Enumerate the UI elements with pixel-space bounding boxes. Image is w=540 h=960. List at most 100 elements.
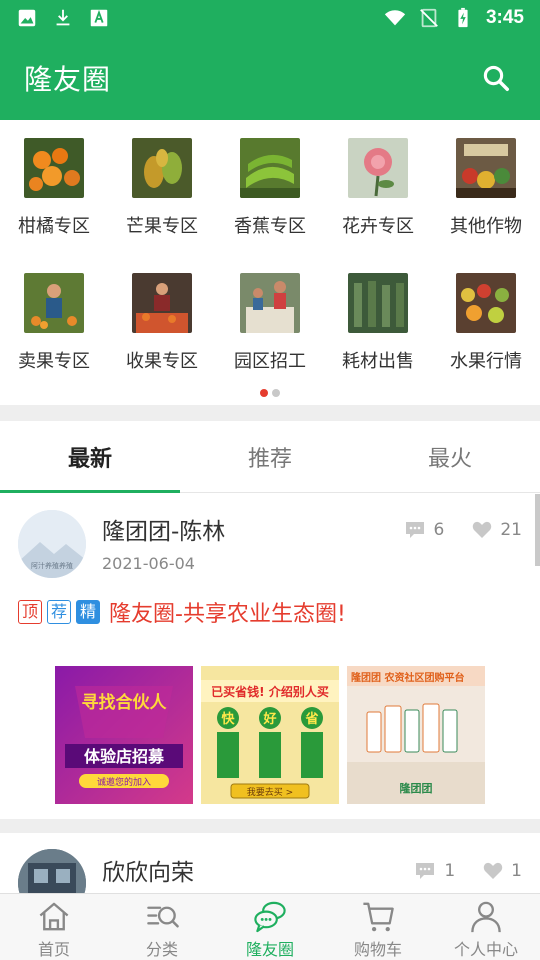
other-crops-thumbnail: [456, 138, 516, 198]
nav-category[interactable]: 分类: [108, 894, 216, 960]
nav-label: 购物车: [353, 940, 402, 959]
no-signal-icon: [420, 8, 438, 28]
category-fruit-market[interactable]: 水果行情: [432, 273, 540, 373]
svg-text:已买省钱! 介绍别人买: 已买省钱! 介绍别人买: [211, 684, 329, 699]
post-stats: 6 21: [404, 520, 522, 540]
nav-label: 首页: [37, 940, 70, 959]
category-flowers[interactable]: 花卉专区: [324, 138, 432, 238]
category-label: 柑橘专区: [18, 216, 90, 237]
image-notification-icon: [18, 9, 36, 27]
citrus-thumbnail: [24, 138, 84, 198]
category-label: 园区招工: [234, 351, 306, 372]
tab-recommended[interactable]: 推荐: [180, 421, 360, 492]
avatar-image: 阿汁养殖养殖: [18, 510, 86, 578]
category-label: 耗材出售: [342, 351, 414, 372]
svg-text:快: 快: [221, 711, 235, 727]
category-label: 花卉专区: [342, 216, 414, 237]
category-label: 卖果专区: [18, 351, 90, 372]
svg-text:好: 好: [262, 711, 276, 727]
category-mango[interactable]: 芒果专区: [108, 138, 216, 238]
cart-icon: [363, 902, 394, 932]
svg-text:寻找合伙人: 寻找合伙人: [82, 692, 168, 713]
nav-label: 隆友圈: [245, 940, 294, 959]
category-supplies[interactable]: 耗材出售: [324, 273, 432, 373]
comment-count: 1: [444, 861, 456, 881]
tab-latest[interactable]: 最新: [0, 421, 180, 493]
status-bar: 3:45: [0, 0, 540, 36]
category-label: 水果行情: [450, 351, 522, 372]
heart-icon[interactable]: [472, 521, 492, 539]
nav-label: 个人中心: [453, 940, 518, 959]
post-author[interactable]: 隆团团-陈林: [102, 512, 225, 546]
comment-icon[interactable]: [414, 861, 436, 881]
search-button[interactable]: [476, 58, 516, 98]
nav-home[interactable]: 首页: [0, 894, 108, 960]
fruit-market-thumbnail: [456, 273, 516, 333]
tab-hottest[interactable]: 最火: [360, 421, 540, 492]
svg-text:体验店招募: 体验店招募: [84, 747, 165, 766]
comment-icon[interactable]: [404, 520, 426, 540]
scrollbar[interactable]: [535, 494, 540, 566]
post-author[interactable]: 欣欣向荣: [102, 853, 194, 887]
supplies-thumbnail: [348, 273, 408, 333]
category-grid: 柑橘专区 芒果专区 香蕉专区 花卉专区 其他作物 卖果专区 收果专区 园区招工 …: [0, 120, 540, 405]
page-dot[interactable]: [272, 389, 280, 397]
app-bar: 隆友圈: [0, 36, 540, 120]
category-label: 芒果专区: [126, 216, 198, 237]
status-time: 3:45: [485, 7, 524, 28]
avatar[interactable]: 阿汁养殖养殖: [18, 510, 86, 578]
battery-charging-icon: [458, 7, 468, 28]
nav-label: 分类: [145, 940, 178, 959]
post-date: 2021-06-04: [102, 554, 195, 573]
svg-text:诚邀您的加入: 诚邀您的加入: [97, 776, 151, 788]
buy-fruit-thumbnail: [132, 273, 192, 333]
svg-text:我要去买 >: 我要去买 >: [247, 786, 293, 798]
comment-count: 6: [433, 520, 445, 540]
banana-thumbnail: [240, 138, 300, 198]
post-card[interactable]: 阿汁养殖养殖 隆团团-陈林 2021-06-04 6 21 顶 荐 精 隆友圈-…: [0, 494, 540, 819]
flower-thumbnail: [348, 138, 408, 198]
divider: [0, 405, 540, 421]
svg-text:隆团团: 隆团团: [400, 781, 433, 795]
page-indicator: [0, 389, 540, 397]
svg-text:省: 省: [304, 711, 318, 727]
heart-icon[interactable]: [483, 862, 503, 880]
font-app-icon: [90, 9, 108, 27]
chat-bubbles-icon: [254, 901, 286, 933]
post-image-gallery: 寻找合伙人 体验店招募 诚邀您的加入 已买省钱! 介绍别人买 快 好 省 我要去…: [55, 666, 485, 804]
download-icon: [56, 9, 70, 26]
category-sell-fruit[interactable]: 卖果专区: [0, 273, 108, 373]
post-image-recruit[interactable]: 寻找合伙人 体验店招募 诚邀您的加入: [55, 666, 193, 804]
category-label: 香蕉专区: [234, 216, 306, 237]
tag-recommended-badge: 荐: [47, 600, 71, 624]
post-title-row[interactable]: 顶 荐 精 隆友圈-共享农业生态圈!: [18, 596, 346, 628]
nav-community[interactable]: 隆友圈: [216, 894, 324, 960]
category-label: 其他作物: [450, 216, 522, 237]
page-title: 隆友圈: [24, 63, 112, 96]
like-count: 21: [500, 520, 522, 540]
tag-top-badge: 顶: [18, 600, 42, 624]
divider: [0, 819, 540, 833]
category-label: 收果专区: [126, 351, 198, 372]
tag-featured-badge: 精: [76, 600, 100, 624]
nav-cart[interactable]: 购物车: [324, 894, 432, 960]
search-icon: [483, 65, 509, 91]
park-recruit-thumbnail: [240, 273, 300, 333]
category-citrus[interactable]: 柑橘专区: [0, 138, 108, 238]
post-title: 隆友圈-共享农业生态圈!: [109, 602, 346, 627]
avatar[interactable]: [18, 849, 86, 893]
sell-fruit-thumbnail: [24, 273, 84, 333]
post-card[interactable]: 欣欣向荣 1 1: [0, 833, 540, 893]
svg-text:隆团团 农资社区团购平台: 隆团团 农资社区团购平台: [351, 671, 464, 684]
home-icon: [39, 902, 69, 931]
category-banana[interactable]: 香蕉专区: [216, 138, 324, 238]
category-park-recruit[interactable]: 园区招工: [216, 273, 324, 373]
category-other-crops[interactable]: 其他作物: [432, 138, 540, 238]
post-image-platform[interactable]: 隆团团 农资社区团购平台 隆团团: [347, 666, 485, 804]
nav-profile[interactable]: 个人中心: [432, 894, 540, 960]
category-buy-fruit[interactable]: 收果专区: [108, 273, 216, 373]
wifi-icon: [384, 10, 406, 26]
user-icon: [471, 901, 501, 933]
like-count: 1: [511, 861, 522, 881]
post-image-promo[interactable]: 已买省钱! 介绍别人买 快 好 省 我要去买 >: [201, 666, 339, 804]
